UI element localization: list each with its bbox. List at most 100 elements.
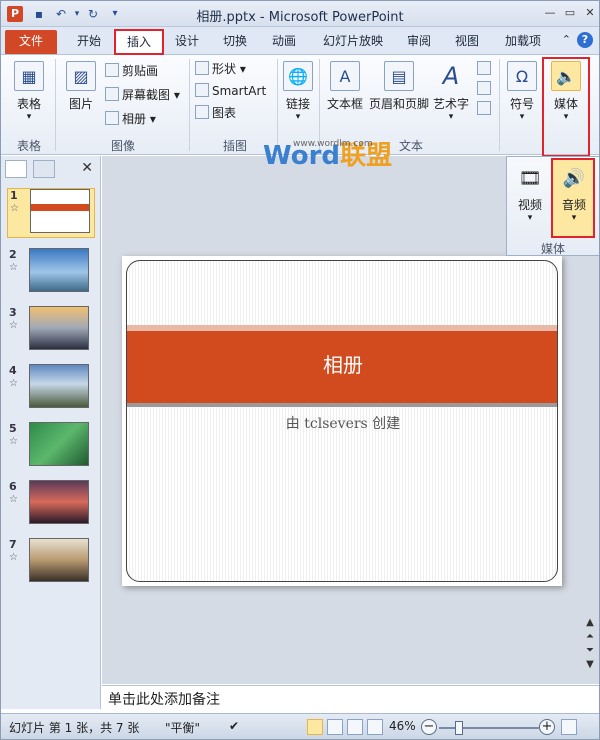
omega-icon: Ω [507,61,537,91]
tab-transitions[interactable]: 切换 [213,30,257,54]
close-pane-icon[interactable]: ✕ [81,160,93,176]
tab-animations[interactable]: 动画 [261,30,307,54]
picture-button[interactable]: ▨ 图片 [61,61,101,112]
chart-button[interactable]: 图表 [195,103,236,123]
theme-name: "平衡" [165,721,201,735]
clipart-icon [105,63,119,77]
vertical-scrollbar[interactable]: ▲ ⏶ ⏷ ▼ [583,616,597,676]
chevron-down-icon: ▾ [295,112,301,122]
audio-button[interactable]: 🔊 音频 ▾ [555,163,593,224]
slide-number-icon [477,81,491,95]
slide-counter: 幻灯片 第 1 张，共 7 张 [9,721,140,735]
zoom-slider[interactable] [439,727,539,729]
help-icon[interactable]: ? [577,32,593,48]
link-button[interactable]: 🌐 链接 ▾ [281,61,315,122]
window-title: 相册.pptx - Microsoft PowerPoint [196,10,404,25]
zoom-level[interactable]: 46% [389,719,416,733]
photo-album-button[interactable]: 相册 ▾ [105,109,156,129]
slide-thumbnail[interactable]: 5 ☆ [7,422,95,472]
smartart-icon [195,83,209,97]
date-time-button[interactable] [477,59,494,79]
thumbnail-image [30,189,90,233]
slide-thumbnail[interactable]: 1 ☆ [7,188,95,238]
scroll-down-icon[interactable]: ▼ [583,658,597,672]
tab-slideshow[interactable]: 幻灯片放映 [311,30,395,54]
tab-file[interactable]: 文件 [5,30,57,54]
photo-album-icon [105,111,119,125]
slide-subtitle[interactable]: 由 tclsevers 创建 [127,413,557,433]
divider [499,59,500,151]
group-label-media: 媒体 [540,242,565,256]
slide-sorter-icon[interactable] [327,719,343,735]
notes-pane[interactable]: 单击此处添加备注 [102,685,599,713]
next-slide-icon[interactable]: ⏷ [583,644,597,658]
prev-slide-icon[interactable]: ⏶ [583,630,597,644]
status-bar: 幻灯片 第 1 张，共 7 张 "平衡" ✔ 46% − + [1,713,599,739]
pane-tabs: ✕ [3,160,97,180]
fit-to-window-icon[interactable] [561,719,577,735]
object-icon [477,101,491,115]
clipart-button[interactable]: 剪贴画 [105,61,158,81]
screenshot-button[interactable]: 屏幕截图 ▾ [105,85,180,105]
star-icon: ☆ [9,320,18,331]
slide-thumbnail[interactable]: 4 ☆ [7,364,95,414]
spellcheck-icon[interactable]: ✔ [229,719,239,733]
divider [55,59,56,151]
slide-thumbnail[interactable]: 6 ☆ [7,480,95,530]
slideshow-icon[interactable] [367,719,383,735]
slide-thumbnail[interactable]: 7 ☆ [7,538,95,588]
table-button[interactable]: ▦ 表格 ▾ [7,61,51,122]
ribbon-tabs: 文件 开始 插入 设计 切换 动画 幻灯片放映 审阅 视图 加载项 ⌃ ? [1,27,599,55]
current-slide[interactable]: 相册 由 tclsevers 创建 [122,256,562,586]
tab-home[interactable]: 开始 [65,30,113,54]
tab-addins[interactable]: 加载项 [495,30,551,54]
video-button[interactable]: 🎞 视频 ▾ [511,163,549,224]
object-button[interactable] [477,99,494,119]
chevron-down-icon: ▾ [26,112,32,122]
tab-view[interactable]: 视图 [445,30,489,54]
tab-design[interactable]: 设计 [165,30,209,54]
tab-insert[interactable]: 插入 [114,29,164,55]
symbol-button[interactable]: Ω 符号 ▾ [505,61,539,122]
slide-frame: 相册 由 tclsevers 创建 [126,260,558,582]
slide-thumbnail[interactable]: 2 ☆ [7,248,95,298]
powerpoint-window: P ▪ ↶ ▾ ↻ ▾ 相册.pptx - Microsoft PowerPoi… [0,0,600,740]
zoom-in-icon[interactable]: + [539,719,555,735]
wordart-button[interactable]: A 艺术字 ▾ [431,61,471,122]
star-icon: ☆ [9,494,18,505]
header-footer-button[interactable]: ▤ 页眉和页脚 [367,61,431,112]
date-icon [477,61,491,75]
chevron-down-icon: ▾ [448,112,454,122]
slide-number-button[interactable] [477,79,494,99]
scroll-up-icon[interactable]: ▲ [583,616,597,630]
tab-outline[interactable] [33,160,55,178]
group-label-images: 图像 [110,139,135,153]
slide-title[interactable]: 相册 [127,349,557,378]
textbox-button[interactable]: A 文本框 [323,61,367,112]
zoom-slider-thumb[interactable] [455,721,463,735]
textbox-icon: A [330,61,360,91]
screenshot-icon [105,87,119,101]
shapes-icon [195,61,209,75]
film-reel-icon: 🎞 [518,167,542,189]
zoom-out-icon[interactable]: − [421,719,437,735]
thumbnail-image [29,480,89,524]
minimize-ribbon-icon[interactable]: ⌃ [562,33,571,46]
maximize-icon[interactable]: ▭ [561,5,579,21]
reading-view-icon[interactable] [347,719,363,735]
thumbnail-image [29,364,89,408]
shapes-button[interactable]: 形状 ▾ [195,59,246,79]
thumbnail-image [29,248,89,292]
tab-review[interactable]: 审阅 [399,30,439,54]
smartart-button[interactable]: SmartArt [195,81,266,101]
speaker-icon: 🔊 [562,167,586,189]
star-icon: ☆ [9,262,18,273]
tab-slides[interactable] [5,160,27,178]
star-icon: ☆ [10,203,19,214]
minimize-icon[interactable]: — [541,5,559,21]
normal-view-icon[interactable] [307,719,323,735]
close-icon[interactable]: ✕ [581,5,599,21]
thumbnail-image [29,422,89,466]
divider [189,59,190,151]
slide-thumbnail[interactable]: 3 ☆ [7,306,95,356]
